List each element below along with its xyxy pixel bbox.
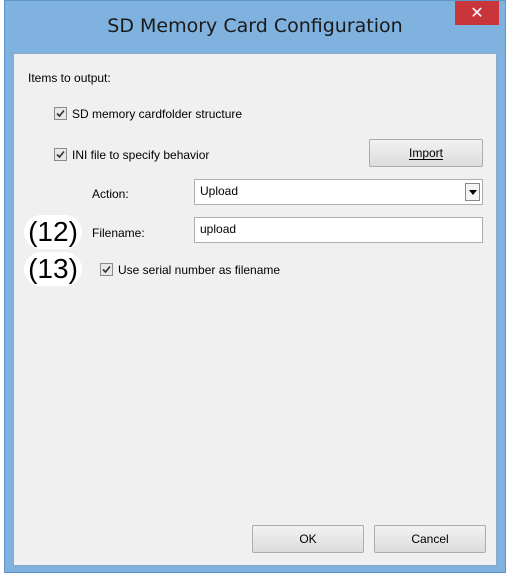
close-button[interactable]: ✕ — [455, 1, 499, 25]
cancel-button-label: Cancel — [411, 532, 449, 546]
folder-structure-label: SD memory cardfolder structure — [72, 107, 243, 121]
action-label: Action: — [92, 187, 129, 201]
ok-button-label: OK — [299, 532, 317, 546]
checkmark-icon — [56, 150, 65, 159]
checkmark-icon — [102, 265, 111, 274]
close-icon: ✕ — [470, 3, 484, 22]
items-to-output-label: Items to output: — [28, 71, 111, 85]
import-button[interactable]: Import — [369, 139, 483, 167]
folder-structure-checkbox[interactable] — [54, 107, 67, 120]
use-serial-label: Use serial number as filename — [118, 263, 281, 277]
ini-file-label: INI file to specify behavior — [72, 148, 210, 162]
dialog-title: SD Memory Card Configuration — [107, 15, 403, 37]
filename-label: Filename: — [92, 226, 145, 240]
dialog-window: SD Memory Card Configuration ✕ Items to … — [4, 0, 506, 573]
callout-13: (13) — [24, 252, 82, 286]
title-bar[interactable]: SD Memory Card Configuration ✕ — [5, 1, 505, 53]
filename-input[interactable]: upload — [194, 217, 483, 243]
filename-value: upload — [200, 222, 237, 236]
import-button-label: Import — [408, 146, 443, 160]
callout-12: (12) — [24, 215, 82, 249]
cancel-button[interactable]: Cancel — [374, 525, 486, 553]
action-dropdown[interactable]: Upload — [194, 179, 483, 205]
dialog-body: Items to output: SD memory cardfolder st… — [13, 53, 497, 566]
use-serial-checkbox[interactable] — [100, 263, 113, 276]
action-selected-value: Upload — [200, 184, 239, 198]
ini-file-checkbox[interactable] — [54, 148, 67, 161]
chevron-down-icon[interactable] — [465, 183, 480, 201]
ok-button[interactable]: OK — [252, 525, 364, 553]
checkmark-icon — [56, 109, 65, 118]
